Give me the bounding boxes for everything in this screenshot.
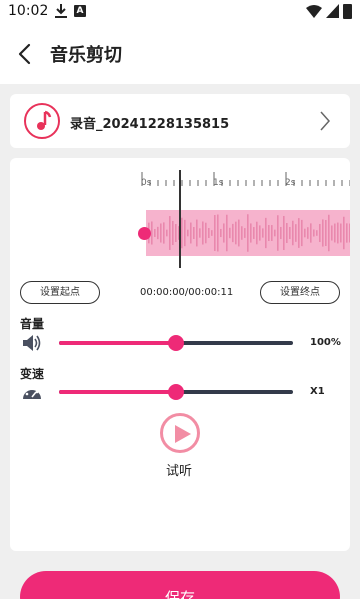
battery-icon: [343, 4, 352, 19]
time-readout: 00:00:00/00:00:11: [140, 287, 234, 298]
speed-slider[interactable]: [59, 384, 293, 400]
wifi-icon: [306, 5, 322, 18]
status-time: 10:02: [8, 3, 49, 19]
editor-panel: 0s 1s 2s 设置起点 00:00:00/00:00:11 设置终点 音量 …: [10, 158, 350, 551]
download-icon: [55, 4, 67, 18]
set-end-button[interactable]: 设置终点: [260, 281, 340, 304]
music-note-icon: [24, 103, 60, 139]
speaker-icon: [23, 335, 41, 351]
preview-label: 试听: [166, 464, 193, 479]
audio-file-card[interactable]: 录音_20241228135815: [10, 94, 350, 148]
playhead-line[interactable]: [179, 170, 181, 268]
back-arrow-icon[interactable]: [14, 42, 34, 66]
set-start-button[interactable]: 设置起点: [20, 281, 100, 304]
speed-label: 变速: [20, 367, 45, 381]
page-title: 音乐剪切: [50, 45, 122, 66]
status-bar: 10:02 A: [0, 0, 360, 24]
speed-slider-thumb[interactable]: [168, 384, 184, 400]
chevron-right-icon: [320, 111, 331, 131]
speedometer-icon: [23, 386, 41, 399]
trim-start-handle[interactable]: [138, 227, 151, 240]
volume-value: 100%: [310, 337, 341, 348]
signal-icon: [326, 4, 339, 18]
app-header: 音乐剪切: [0, 24, 360, 84]
app-notification-icon: A: [74, 5, 86, 17]
speed-slider-fill: [59, 390, 176, 394]
volume-slider-thumb[interactable]: [168, 335, 184, 351]
preview-play-button[interactable]: [160, 413, 200, 453]
speed-value: X1: [310, 386, 325, 397]
tick-label-0s: 0s: [141, 178, 152, 188]
play-icon: [175, 425, 191, 443]
audio-waveform[interactable]: [146, 210, 350, 256]
volume-label: 音量: [20, 317, 45, 331]
volume-slider[interactable]: [59, 335, 293, 351]
save-button[interactable]: 保存: [20, 571, 340, 599]
volume-slider-fill: [59, 341, 176, 345]
tick-label-1s: 1s: [213, 178, 224, 188]
waveform-bars: [148, 214, 350, 252]
tick-label-2s: 2s: [285, 178, 296, 188]
audio-file-name: 录音_20241228135815: [70, 117, 230, 132]
